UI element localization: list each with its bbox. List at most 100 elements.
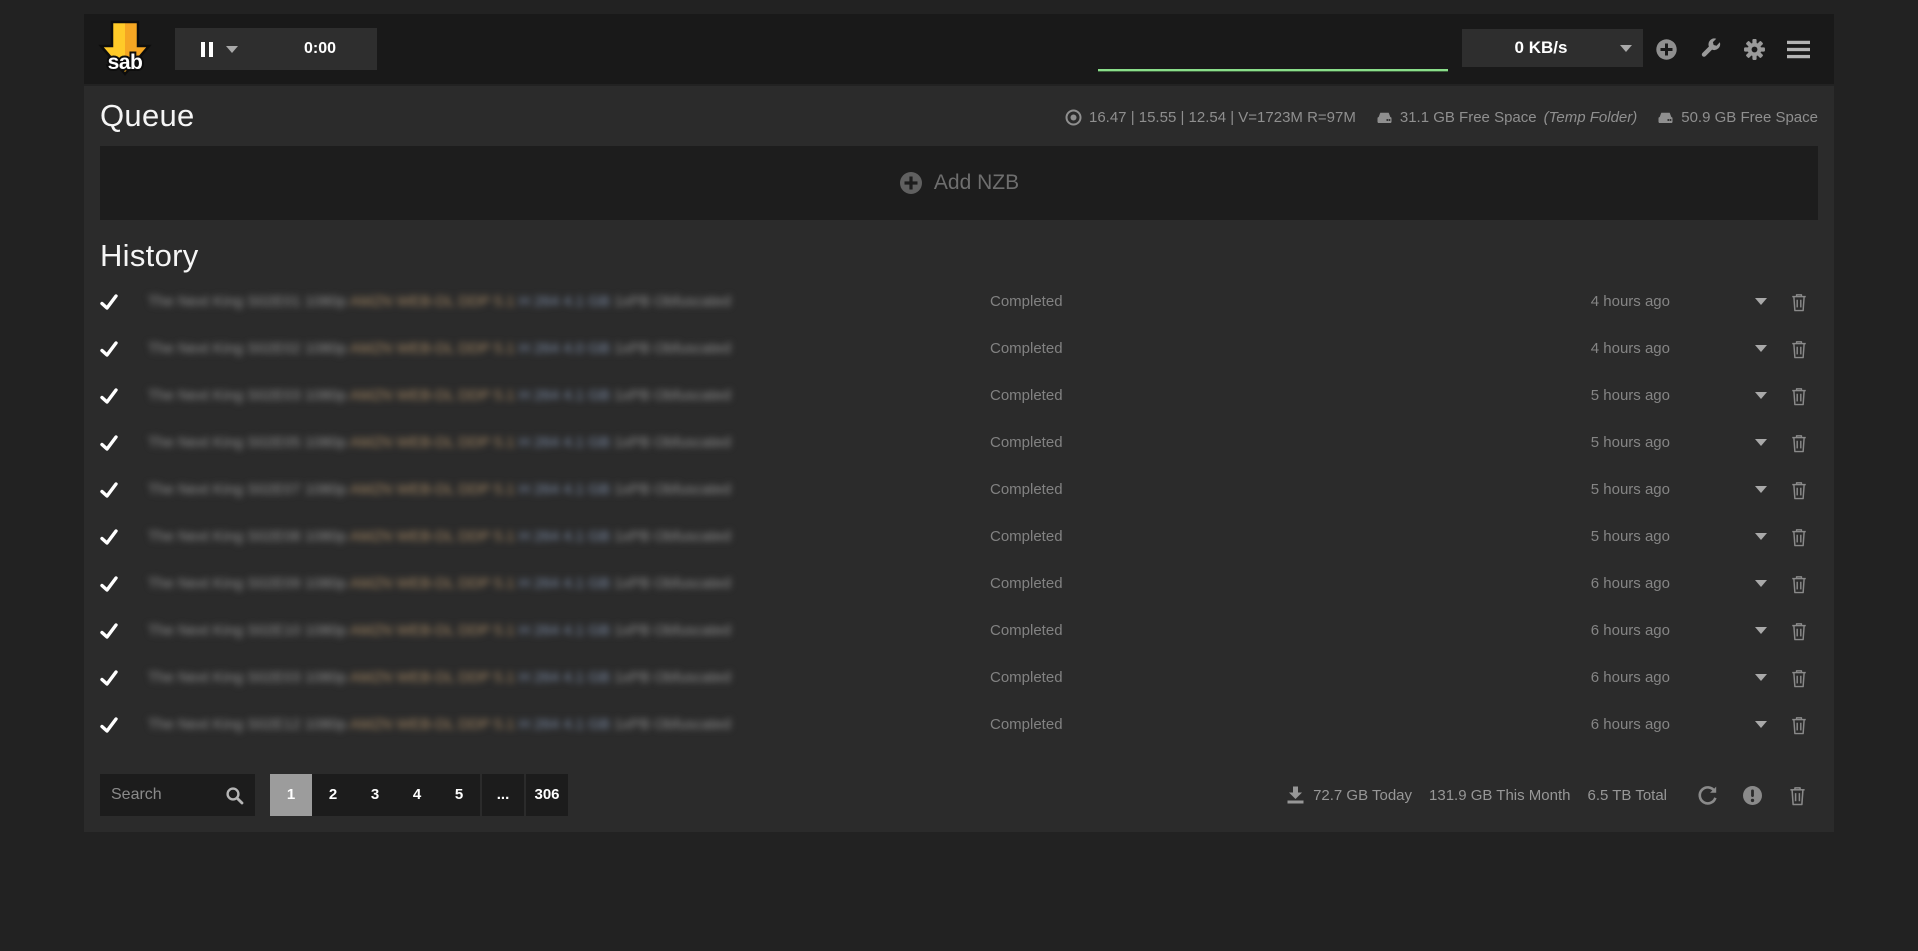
history-item-name[interactable]: The Next King S02E01 1080p AMZN WEB-DL D… bbox=[148, 293, 990, 310]
history-item-name[interactable]: The Next King S02E07 1080p AMZN WEB-DL D… bbox=[148, 481, 990, 498]
temp-free-space-text: 31.1 GB Free Space bbox=[1400, 109, 1537, 126]
status-label: Completed bbox=[990, 622, 1510, 639]
age-label: 5 hours ago bbox=[1510, 387, 1670, 404]
row-actions-caret[interactable] bbox=[1755, 439, 1767, 446]
history-info-button[interactable] bbox=[1742, 785, 1763, 806]
disk-free-space-text: 50.9 GB Free Space bbox=[1681, 109, 1818, 126]
history-item-name[interactable]: The Next King S02E03 1080p AMZN WEB-DL D… bbox=[148, 387, 990, 404]
menu-hamburger-button[interactable] bbox=[1787, 38, 1810, 61]
row-actions-caret[interactable] bbox=[1755, 392, 1767, 399]
hard-drive-icon bbox=[1376, 110, 1393, 126]
check-icon bbox=[100, 481, 118, 499]
sabnzbd-logo[interactable]: sab bbox=[98, 20, 152, 78]
add-nzb-label: Add NZB bbox=[934, 171, 1019, 195]
trash-icon[interactable] bbox=[1790, 433, 1808, 453]
history-row: The Next King S02E09 1080p AMZN WEB-DL D… bbox=[84, 560, 1834, 607]
refresh-button[interactable] bbox=[1697, 785, 1718, 806]
history-item-name[interactable]: The Next King S02E12 1080p AMZN WEB-DL D… bbox=[148, 716, 990, 733]
hamburger-icon bbox=[1787, 39, 1810, 60]
page-button-3[interactable]: 3 bbox=[354, 774, 396, 816]
row-actions-caret[interactable] bbox=[1755, 345, 1767, 352]
server-stats: 16.47 | 15.55 | 12.54 | V=1723M R=97M bbox=[1065, 109, 1356, 126]
dot-circle-icon bbox=[1065, 109, 1082, 126]
hard-drive-icon bbox=[1657, 110, 1674, 126]
history-footer: 1 2 3 4 5 ... 306 72.7 GB Today 131.9 GB… bbox=[100, 774, 1808, 816]
trash-icon[interactable] bbox=[1790, 339, 1808, 359]
trash-icon[interactable] bbox=[1790, 292, 1808, 312]
history-item-name[interactable]: The Next King S02E09 1080p AMZN WEB-DL D… bbox=[148, 575, 990, 592]
pause-button[interactable] bbox=[175, 28, 263, 70]
check-icon bbox=[100, 716, 118, 734]
exclamation-circle-icon bbox=[1742, 785, 1763, 806]
status-label: Completed bbox=[990, 293, 1510, 310]
gear-icon bbox=[1743, 38, 1766, 61]
row-actions-caret[interactable] bbox=[1755, 721, 1767, 728]
history-item-name[interactable]: The Next King S02E03 1080p AMZN WEB-DL D… bbox=[148, 669, 990, 686]
trash-icon[interactable] bbox=[1790, 574, 1808, 594]
history-row: The Next King S02E08 1080p AMZN WEB-DL D… bbox=[84, 513, 1834, 560]
check-icon bbox=[100, 528, 118, 546]
add-nzb-dropzone[interactable]: Add NZB bbox=[100, 146, 1818, 220]
row-actions-caret[interactable] bbox=[1755, 298, 1767, 305]
row-actions-caret[interactable] bbox=[1755, 580, 1767, 587]
status-wrench-button[interactable] bbox=[1699, 38, 1722, 61]
history-header: History bbox=[84, 220, 1834, 278]
history-row: The Next King S02E05 1080p AMZN WEB-DL D… bbox=[84, 419, 1834, 466]
trash-icon[interactable] bbox=[1790, 527, 1808, 547]
age-label: 5 hours ago bbox=[1510, 528, 1670, 545]
trash-icon[interactable] bbox=[1790, 715, 1808, 735]
history-item-name[interactable]: The Next King S02E10 1080p AMZN WEB-DL D… bbox=[148, 622, 990, 639]
age-label: 6 hours ago bbox=[1510, 622, 1670, 639]
disk-free-space: 50.9 GB Free Space bbox=[1657, 109, 1818, 126]
download-totals: 72.7 GB Today 131.9 GB This Month 6.5 TB… bbox=[1287, 786, 1667, 804]
queue-stats: 16.47 | 15.55 | 12.54 | V=1723M R=97M 31… bbox=[1065, 109, 1818, 126]
check-icon bbox=[100, 340, 118, 358]
age-label: 6 hours ago bbox=[1510, 716, 1670, 733]
row-actions-caret[interactable] bbox=[1755, 627, 1767, 634]
chevron-down-icon bbox=[226, 46, 238, 53]
page-button-1[interactable]: 1 bbox=[270, 774, 312, 816]
settings-gear-button[interactable] bbox=[1743, 38, 1766, 61]
plus-circle-icon bbox=[1655, 38, 1678, 61]
search-box bbox=[100, 774, 255, 816]
age-label: 6 hours ago bbox=[1510, 669, 1670, 686]
page-button-4[interactable]: 4 bbox=[396, 774, 438, 816]
row-actions-caret[interactable] bbox=[1755, 486, 1767, 493]
age-label: 5 hours ago bbox=[1510, 481, 1670, 498]
search-icon[interactable] bbox=[225, 786, 244, 805]
queue-title: Queue bbox=[100, 98, 195, 134]
page-button-5[interactable]: 5 bbox=[438, 774, 480, 816]
topbar: sab 0:00 0 KB/s bbox=[84, 14, 1834, 84]
temp-free-space: 31.1 GB Free Space (Temp Folder) bbox=[1376, 109, 1637, 126]
svg-text:sab: sab bbox=[108, 51, 143, 74]
topbar-icon-group bbox=[1655, 14, 1810, 84]
wrench-icon bbox=[1699, 38, 1722, 61]
trash-icon[interactable] bbox=[1790, 621, 1808, 641]
status-label: Completed bbox=[990, 716, 1510, 733]
today-total-text: 72.7 GB Today bbox=[1313, 787, 1412, 804]
refresh-icon bbox=[1697, 785, 1718, 806]
status-label: Completed bbox=[990, 387, 1510, 404]
history-row: The Next King S02E02 1080p AMZN WEB-DL D… bbox=[84, 325, 1834, 372]
trash-icon[interactable] bbox=[1790, 480, 1808, 500]
check-icon bbox=[100, 293, 118, 311]
speed-limit-button[interactable]: 0 KB/s bbox=[1462, 29, 1643, 67]
page-button-last[interactable]: 306 bbox=[526, 774, 568, 816]
chevron-down-icon bbox=[1620, 45, 1632, 52]
row-actions-caret[interactable] bbox=[1755, 674, 1767, 681]
add-nzb-icon-button[interactable] bbox=[1655, 38, 1678, 61]
purge-history-button[interactable] bbox=[1787, 785, 1808, 806]
history-item-name[interactable]: The Next King S02E02 1080p AMZN WEB-DL D… bbox=[148, 340, 990, 357]
check-icon bbox=[100, 434, 118, 452]
speed-graph bbox=[1098, 34, 1448, 71]
row-actions-caret[interactable] bbox=[1755, 533, 1767, 540]
page-ellipsis: ... bbox=[482, 774, 524, 816]
history-item-name[interactable]: The Next King S02E08 1080p AMZN WEB-DL D… bbox=[148, 528, 990, 545]
trash-icon[interactable] bbox=[1790, 386, 1808, 406]
status-label: Completed bbox=[990, 528, 1510, 545]
trash-icon[interactable] bbox=[1790, 668, 1808, 688]
search-input[interactable] bbox=[111, 786, 225, 804]
page-button-2[interactable]: 2 bbox=[312, 774, 354, 816]
age-label: 5 hours ago bbox=[1510, 434, 1670, 451]
history-item-name[interactable]: The Next King S02E05 1080p AMZN WEB-DL D… bbox=[148, 434, 990, 451]
